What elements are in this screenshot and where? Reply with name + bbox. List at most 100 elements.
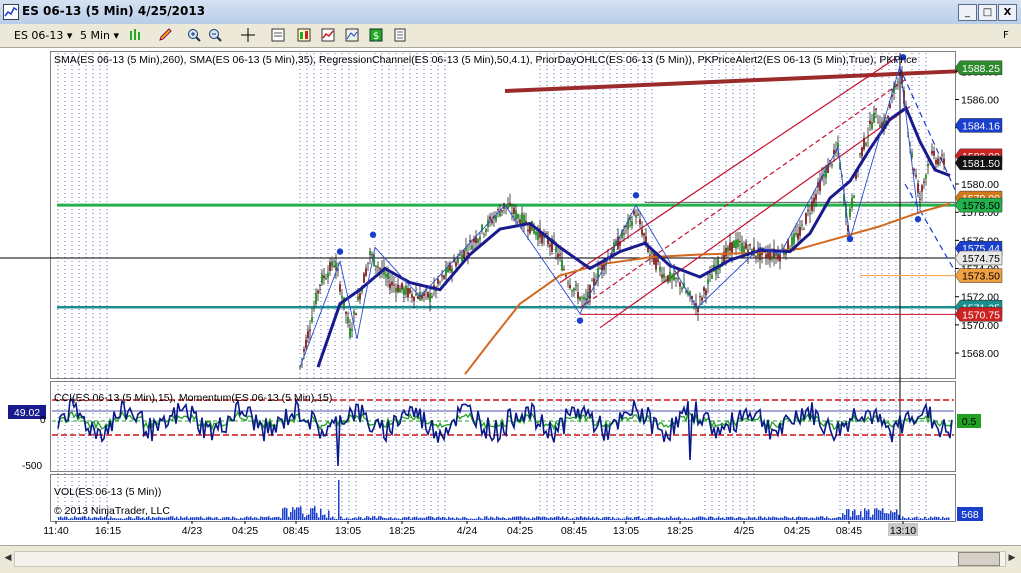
minimize-button[interactable]: _ (958, 4, 977, 21)
candle-body (579, 296, 581, 301)
scroll-left-icon[interactable]: ◀ (2, 551, 14, 565)
scroll-right-icon[interactable]: ▶ (1006, 551, 1018, 565)
volume-bar (66, 516, 68, 520)
volume-bar (268, 516, 270, 520)
interval-selector[interactable]: 5 Min ▾ (80, 27, 119, 44)
volume-bar (314, 506, 316, 520)
pencil-icon[interactable] (157, 27, 173, 43)
candle-body (813, 197, 815, 204)
data-box-icon[interactable] (270, 27, 286, 43)
volume-bar (296, 507, 298, 520)
volume-bar (298, 507, 300, 520)
cci-indicators-label: CCI(ES 06-13 (5 Min),15), Momentum(ES 06… (54, 392, 332, 404)
price-marker-label: 1581.50 (962, 158, 1000, 170)
chart-area[interactable]: 1588.001586.001584.001582.001580.001578.… (0, 47, 1021, 547)
close-button[interactable]: X (998, 4, 1017, 21)
volume-bar (550, 517, 552, 520)
volume-bar (526, 517, 528, 520)
volume-bar (262, 516, 264, 520)
candle-body (357, 296, 359, 301)
volume-bar (58, 517, 60, 520)
candle-body (309, 329, 311, 332)
volume-bar (926, 518, 928, 520)
candle-body (637, 214, 639, 216)
volume-bar (564, 518, 566, 520)
candle-body (371, 254, 373, 256)
swing-point-marker (576, 317, 584, 324)
volume-bar (740, 517, 742, 520)
candle-body (367, 262, 369, 264)
candle-body (863, 137, 865, 150)
bar-chart-icon[interactable] (128, 27, 144, 43)
volume-bar (750, 517, 752, 520)
price-marker: 1570.75 (954, 307, 1003, 322)
scroll-thumb[interactable] (958, 552, 1000, 566)
strategies-icon[interactable] (344, 27, 360, 43)
volume-bar (748, 516, 750, 520)
volume-bar (292, 507, 294, 520)
candle-body (387, 272, 389, 280)
volume-bar (328, 510, 330, 520)
volume-bar (822, 516, 824, 520)
volume-bar (384, 517, 386, 520)
volume-bar (350, 518, 352, 520)
volume-bar (520, 516, 522, 520)
volume-bar (594, 518, 596, 520)
price-tick-label: 1586.00 (961, 94, 999, 106)
candle-body (765, 254, 767, 258)
volume-bar (114, 517, 116, 520)
volume-bar (142, 517, 144, 520)
zoom-out-icon[interactable] (207, 27, 223, 43)
instrument-selector[interactable]: ES 06-13 ▾ (14, 27, 72, 44)
candle-body (305, 339, 307, 348)
volume-bar (234, 517, 236, 520)
volume-bar (404, 517, 406, 520)
volume-bar (694, 518, 696, 520)
cci-right-marker: 0.5 (957, 414, 981, 428)
chart-toolbar: ES 06-13 ▾ 5 Min ▾ $ F (0, 24, 1021, 48)
svg-text:$: $ (373, 31, 379, 42)
candle-body (327, 272, 329, 278)
candle-body (407, 288, 409, 298)
time-tick-label: 08:45 (283, 525, 309, 537)
svg-text:49.02: 49.02 (14, 407, 40, 419)
time-tick-label: 08:45 (836, 525, 862, 537)
volume-bar (676, 517, 678, 520)
volume-bar (732, 516, 734, 520)
crosshair-icon[interactable] (240, 27, 256, 43)
scroll-track[interactable] (14, 551, 1006, 567)
candle-body (429, 293, 431, 302)
volume-bar (516, 516, 518, 520)
volume-bar (486, 516, 488, 520)
volume-bar (936, 516, 938, 520)
volume-bar (180, 516, 182, 520)
zoom-in-icon[interactable] (186, 27, 202, 43)
volume-bar (168, 517, 170, 520)
properties-icon[interactable] (296, 27, 312, 43)
volume-bar (554, 517, 556, 520)
volume-bar (948, 517, 950, 520)
maximize-button[interactable]: □ (978, 4, 997, 21)
volume-bar (116, 518, 118, 520)
candle-body (451, 268, 453, 273)
volume-bar (846, 508, 848, 520)
candle-body (681, 287, 683, 290)
candle-body (669, 271, 671, 282)
volume-bar (944, 518, 946, 520)
candle-body (323, 275, 325, 279)
order-icon[interactable]: $ (368, 27, 384, 43)
candle-body (661, 274, 663, 278)
candle-body (477, 239, 479, 243)
svg-text:0.5: 0.5 (962, 416, 977, 428)
candle-body (801, 224, 803, 226)
horizontal-scrollbar[interactable]: ◀ ▶ (0, 545, 1021, 573)
volume-bar (854, 509, 856, 520)
volume-bar (794, 518, 796, 520)
indicators-icon[interactable] (320, 27, 336, 43)
templates-icon[interactable] (392, 27, 408, 43)
volume-bar (582, 517, 584, 520)
volume-bar (764, 516, 766, 520)
volume-bar (424, 518, 426, 520)
price-chart[interactable]: 1588.001586.001584.001582.001580.001578.… (0, 47, 1021, 547)
candle-body (659, 266, 661, 272)
